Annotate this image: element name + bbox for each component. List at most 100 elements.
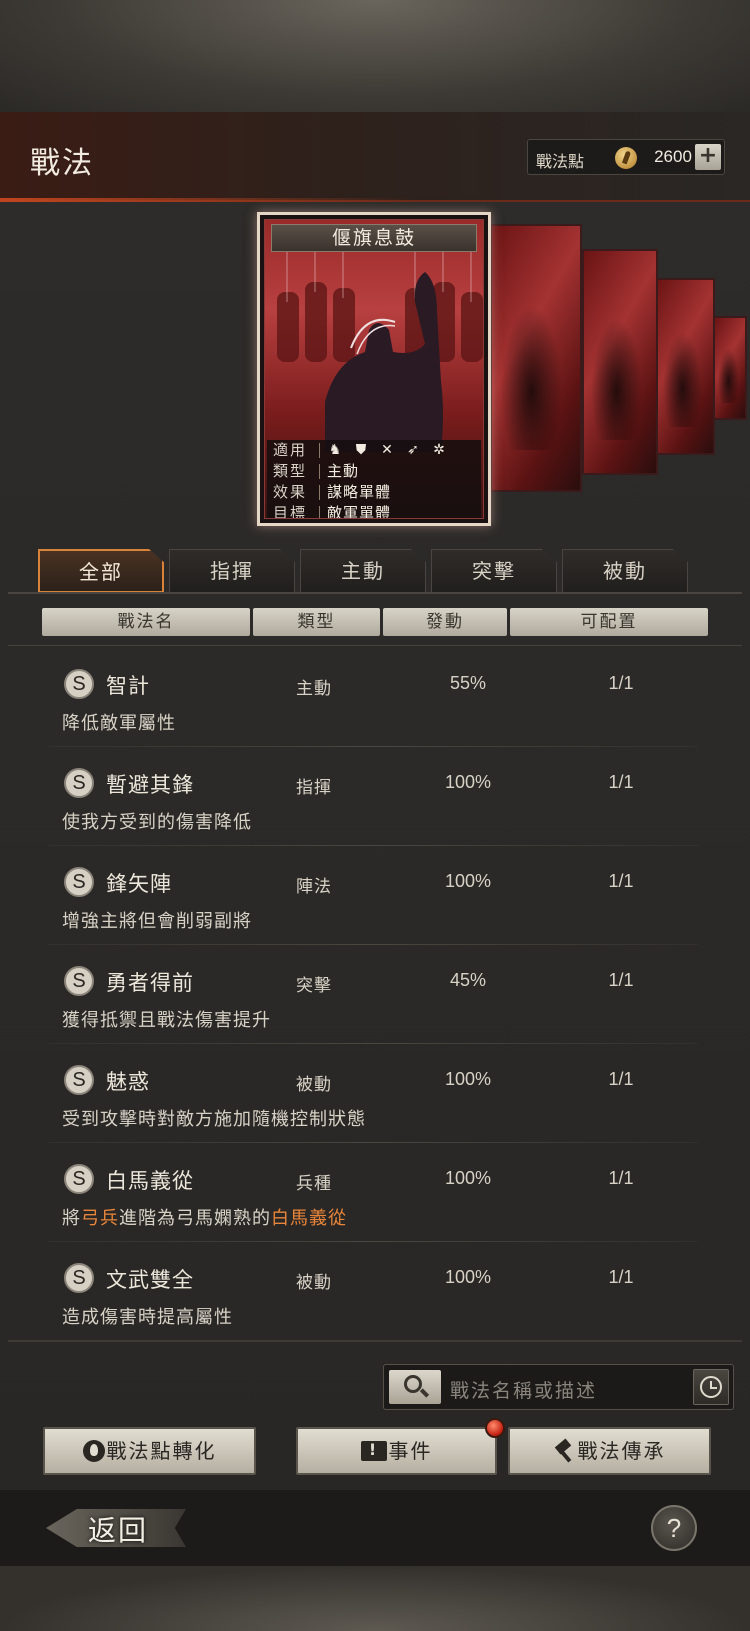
- tactic-count: 1/1: [608, 772, 634, 792]
- column-header-available[interactable]: 可配置: [510, 608, 708, 636]
- tab-command[interactable]: 指揮: [169, 549, 295, 593]
- tactic-rate: 45%: [449, 970, 487, 990]
- tactic-desc: 增強主將但會削弱副將: [62, 911, 252, 932]
- tactic-type: 被動: [296, 1075, 332, 1095]
- event-icon: [360, 1440, 387, 1461]
- tactic-count: 1/1: [608, 970, 634, 990]
- fire-icon: [82, 1439, 105, 1462]
- card-info-row-effect: 效果 謀略單體: [273, 483, 392, 501]
- search-bar: 戰法名稱或描述: [383, 1364, 734, 1410]
- tactic-type: 突擊: [296, 976, 332, 996]
- column-header-name[interactable]: 戰法名: [42, 608, 250, 636]
- tactic-desc: 受到攻擊時對敵方施加隨機控制狀態: [62, 1109, 366, 1130]
- convert-points-button[interactable]: 戰法點轉化: [43, 1427, 256, 1475]
- carousel-card-4[interactable]: [713, 316, 747, 420]
- cavalry-icon: ♞: [328, 442, 342, 458]
- tactic-type: 主動: [296, 679, 332, 699]
- tactic-row[interactable]: S 白馬義從 兵種 100% 1/1 將弓兵進階為弓馬嫻熟的白馬義從: [48, 1147, 698, 1242]
- tab-assault[interactable]: 突擊: [431, 549, 557, 593]
- search-button[interactable]: [389, 1370, 441, 1404]
- tactic-name: 文武雙全: [106, 1268, 194, 1292]
- tactic-desc: 降低敵軍屬性: [62, 713, 176, 734]
- tactic-count: 1/1: [608, 871, 634, 891]
- list-top-divider: [8, 645, 742, 646]
- shield-icon: ⛊: [355, 442, 367, 458]
- category-tabs: 全部 指揮 主動 突擊 被動: [38, 549, 688, 593]
- featured-tactic-card[interactable]: 偃旗息鼓 適用 ♞ ⛊ ✕ ➶ ✲ 類型 主動 效果 謀略單體 目標 敵軍單體: [257, 212, 491, 526]
- tactic-name: 勇者得前: [106, 971, 194, 995]
- add-points-button[interactable]: +: [695, 144, 721, 170]
- tab-active[interactable]: 主動: [300, 549, 426, 593]
- tactic-row[interactable]: S 暫避其鋒 指揮 100% 1/1 使我方受到的傷害降低: [48, 751, 698, 846]
- card-info-row-applicable: 適用 ♞ ⛊ ✕ ➶ ✲: [267, 440, 481, 461]
- tactic-point-icon: [615, 147, 637, 169]
- card-info-row-target: 目標 敵軍單體: [273, 504, 392, 519]
- tab-all[interactable]: 全部: [38, 549, 164, 593]
- carousel-card-3[interactable]: [655, 278, 715, 455]
- tab-passive[interactable]: 被動: [562, 549, 688, 593]
- event-button[interactable]: 事件: [296, 1427, 497, 1475]
- card-info-panel: 適用 ♞ ⛊ ✕ ➶ ✲ 類型 主動 效果 謀略單體 目標 敵軍單體: [267, 440, 481, 519]
- crossed-bow-icon: ✕: [381, 442, 393, 458]
- tactic-name: 智計: [106, 674, 150, 698]
- tactic-type: 指揮: [296, 778, 332, 798]
- back-button[interactable]: 返回: [46, 1505, 196, 1551]
- tactic-count: 1/1: [608, 1168, 634, 1188]
- tactic-count: 1/1: [608, 1069, 634, 1089]
- points-label: 戰法點: [536, 152, 585, 171]
- card-info-row-type: 類型 主動: [273, 462, 360, 480]
- grade-badge: S: [64, 867, 94, 897]
- grade-badge: S: [64, 1164, 94, 1194]
- history-button[interactable]: [693, 1369, 729, 1405]
- tactic-name: 鋒矢陣: [106, 872, 172, 896]
- grade-badge: S: [64, 1263, 94, 1293]
- grade-badge: S: [64, 1065, 94, 1095]
- tactic-row[interactable]: S 鋒矢陣 陣法 100% 1/1 增強主將但會削弱副將: [48, 850, 698, 945]
- grade-badge: S: [64, 669, 94, 699]
- tactic-row[interactable]: S 勇者得前 突擊 45% 1/1 獲得抵禦且戰法傷害提升: [48, 949, 698, 1044]
- tactic-desc: 使我方受到的傷害降低: [62, 812, 252, 833]
- spear-icon: ➶: [407, 442, 419, 458]
- tactic-row[interactable]: S 智計 主動 55% 1/1 降低敵軍屬性: [48, 652, 698, 747]
- tactic-name: 魅惑: [106, 1070, 150, 1094]
- tactic-rate: 100%: [444, 1168, 492, 1188]
- column-header-type[interactable]: 類型: [253, 608, 380, 636]
- tactic-rate: 100%: [444, 871, 492, 891]
- grade-badge: S: [64, 768, 94, 798]
- bottom-backdrop: [0, 1566, 750, 1631]
- tactic-count: 1/1: [608, 673, 634, 693]
- back-label: 返回: [88, 1514, 149, 1547]
- tactic-rate: 55%: [449, 673, 487, 693]
- tactic-name: 暫避其鋒: [106, 773, 194, 797]
- notification-dot: [485, 1418, 505, 1438]
- help-button[interactable]: ?: [651, 1505, 697, 1551]
- tactic-rate: 100%: [444, 772, 492, 792]
- tactic-type: 被動: [296, 1273, 332, 1293]
- hammer-icon: [554, 1440, 576, 1462]
- tab-divider: [8, 592, 742, 594]
- clock-icon: [700, 1376, 722, 1398]
- tactic-rate: 100%: [444, 1069, 492, 1089]
- card-name: 偃旗息鼓: [271, 224, 477, 252]
- tactic-desc: 將弓兵進階為弓馬嫻熟的白馬義從: [62, 1208, 347, 1229]
- wheel-icon: ✲: [433, 442, 445, 458]
- tactic-row[interactable]: S 魅惑 被動 100% 1/1 受到攻擊時對敵方施加隨機控制狀態: [48, 1048, 698, 1143]
- highlight-text: 白馬義從: [271, 1208, 347, 1229]
- tactic-count: 1/1: [608, 1267, 634, 1287]
- tactic-points-display: 戰法點 2600 +: [527, 139, 725, 175]
- grade-badge: S: [64, 966, 94, 996]
- inherit-tactic-button[interactable]: 戰法傳承: [508, 1427, 711, 1475]
- carousel-card-2[interactable]: [582, 249, 658, 475]
- search-input[interactable]: 戰法名稱或描述: [450, 1376, 597, 1403]
- tactic-rate: 100%: [444, 1267, 492, 1287]
- card-artwork: [277, 252, 483, 452]
- page-title: 戰法: [30, 146, 94, 181]
- tactic-name: 白馬義從: [106, 1169, 194, 1193]
- tactic-desc: 造成傷害時提高屬性: [62, 1307, 233, 1328]
- tactic-row[interactable]: S 文武雙全 被動 100% 1/1 造成傷害時提高屬性: [48, 1246, 698, 1341]
- list-bottom-divider: [8, 1340, 742, 1342]
- tactic-desc: 獲得抵禦且戰法傷害提升: [62, 1010, 271, 1031]
- column-header-trigger[interactable]: 發動: [383, 608, 507, 636]
- carousel-card-1[interactable]: [490, 224, 582, 492]
- tactic-type: 兵種: [296, 1174, 332, 1194]
